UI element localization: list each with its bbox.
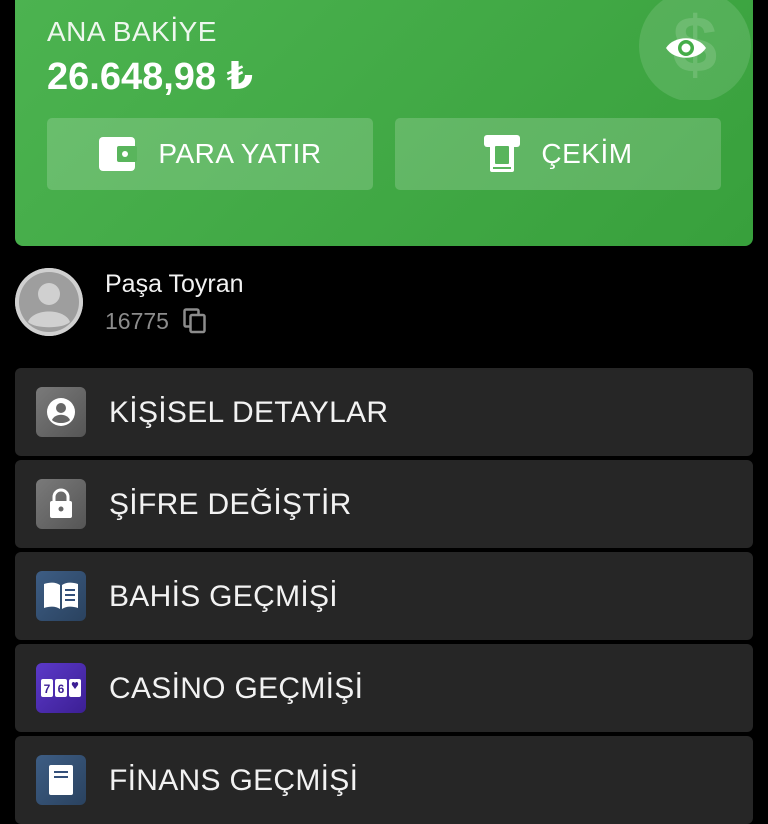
copy-icon[interactable]	[183, 308, 207, 334]
deposit-button[interactable]: PARA YATIR	[47, 118, 373, 190]
svg-text:6: 6	[58, 682, 65, 696]
menu-item-label: KİŞİSEL DETAYLAR	[109, 396, 389, 429]
user-id: 16775	[105, 308, 169, 334]
toggle-balance-visibility-button[interactable]	[663, 30, 709, 66]
menu-item-label: CASİNO GEÇMİŞİ	[109, 672, 364, 705]
person-icon	[15, 268, 83, 336]
menu-item-personal-details[interactable]: KİŞİSEL DETAYLAR	[15, 368, 753, 456]
book-icon	[36, 571, 86, 621]
user-name: Paşa Toyran	[105, 270, 244, 298]
menu-item-casino-history[interactable]: 7 6 CASİNO GEÇMİŞİ	[15, 644, 753, 732]
menu-item-label: FİNANS GEÇMİŞİ	[109, 764, 359, 797]
avatar	[15, 268, 83, 336]
menu-item-label: BAHİS GEÇMİŞİ	[109, 580, 338, 613]
eye-icon	[666, 38, 706, 58]
svg-text:7: 7	[44, 682, 51, 696]
lock-icon	[36, 479, 86, 529]
balance-label: ANA BAKİYE	[47, 16, 217, 47]
receipt-icon	[36, 755, 86, 805]
withdraw-label: ÇEKİM	[541, 138, 633, 169]
withdraw-button[interactable]: ÇEKİM	[395, 118, 721, 190]
user-profile: Paşa Toyran 16775	[15, 268, 753, 336]
slot-machine-icon: 7 6	[36, 663, 86, 713]
menu-item-finance-history[interactable]: FİNANS GEÇMİŞİ	[15, 736, 753, 824]
account-circle-icon	[36, 387, 86, 437]
menu-item-change-password[interactable]: ŞİFRE DEĞİŞTİR	[15, 460, 753, 548]
atm-withdraw-icon	[484, 135, 521, 172]
wallet-icon	[99, 137, 138, 171]
balance-amount: 26.648,98 ₺	[47, 56, 254, 98]
menu-item-label: ŞİFRE DEĞİŞTİR	[109, 488, 352, 521]
balance-card: $ ANA BAKİYE 26.648,98 ₺ PARA YATIR ÇEKİ…	[15, 0, 753, 246]
deposit-label: PARA YATIR	[158, 138, 322, 169]
menu-item-bet-history[interactable]: BAHİS GEÇMİŞİ	[15, 552, 753, 640]
